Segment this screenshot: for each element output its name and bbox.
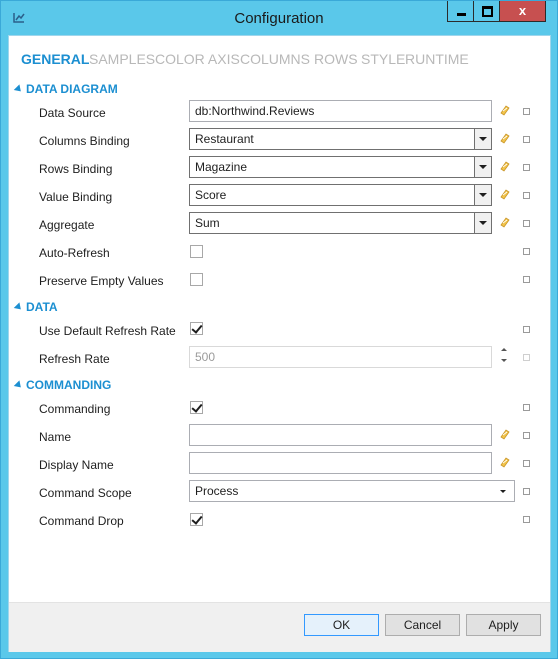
property-marker[interactable] bbox=[523, 164, 530, 171]
auto-refresh-label: Auto-Refresh bbox=[39, 246, 110, 260]
value-binding-value: Score bbox=[195, 188, 227, 202]
command-drop-label: Command Drop bbox=[39, 514, 124, 528]
binding-icon[interactable] bbox=[499, 132, 511, 144]
binding-icon[interactable] bbox=[499, 216, 511, 228]
use-default-refresh-rate-label: Use Default Refresh Rate bbox=[39, 324, 176, 338]
button-bar: OK Cancel Apply bbox=[9, 602, 550, 652]
property-marker[interactable] bbox=[523, 220, 530, 227]
data-source-input[interactable]: db:Northwind.Reviews bbox=[189, 100, 492, 122]
command-drop-checkbox[interactable] bbox=[190, 513, 203, 526]
rows-binding-value: Magazine bbox=[195, 160, 248, 174]
section-title: COMMANDING bbox=[26, 378, 112, 392]
collapse-arrow-icon bbox=[13, 84, 24, 95]
configuration-window: Configuration x GENERAL SAMPLES COLOR AX… bbox=[0, 0, 558, 659]
binding-icon[interactable] bbox=[499, 104, 511, 116]
rows-binding-select[interactable]: Magazine bbox=[189, 156, 492, 178]
section-title: DATA DIAGRAM bbox=[26, 82, 118, 96]
dialog-body: GENERAL SAMPLES COLOR AXIS COLUMNS ROWS … bbox=[8, 35, 551, 652]
use-default-refresh-rate-checkbox[interactable] bbox=[190, 322, 203, 335]
property-marker[interactable] bbox=[523, 248, 530, 255]
close-icon: x bbox=[518, 3, 527, 18]
binding-icon[interactable] bbox=[499, 428, 511, 440]
value-binding-label: Value Binding bbox=[39, 190, 113, 204]
binding-icon[interactable] bbox=[499, 160, 511, 172]
binding-icon[interactable] bbox=[499, 188, 511, 200]
aggregate-select[interactable]: Sum bbox=[189, 212, 492, 234]
display-name-input[interactable] bbox=[189, 452, 492, 474]
command-scope-select[interactable]: Process bbox=[189, 480, 515, 502]
rows-binding-label: Rows Binding bbox=[39, 162, 113, 176]
binding-icon[interactable] bbox=[499, 456, 511, 468]
property-marker[interactable] bbox=[523, 354, 530, 361]
property-marker[interactable] bbox=[523, 404, 530, 411]
commanding-label: Commanding bbox=[39, 402, 111, 416]
spin-down-icon[interactable] bbox=[501, 359, 507, 362]
title-bar[interactable]: Configuration x bbox=[1, 1, 557, 35]
preserve-empty-values-label: Preserve Empty Values bbox=[39, 274, 164, 288]
apply-button[interactable]: Apply bbox=[466, 614, 541, 636]
section-data[interactable]: DATA bbox=[13, 300, 58, 314]
columns-binding-value: Restaurant bbox=[195, 132, 254, 146]
auto-refresh-checkbox[interactable] bbox=[190, 245, 203, 258]
commanding-checkbox[interactable] bbox=[190, 401, 203, 414]
data-source-label: Data Source bbox=[39, 106, 106, 120]
tab-style[interactable]: STYLE bbox=[361, 51, 405, 67]
command-scope-value: Process bbox=[195, 484, 239, 498]
section-data-diagram[interactable]: DATA DIAGRAM bbox=[13, 82, 118, 96]
collapse-arrow-icon bbox=[13, 302, 24, 313]
cancel-button[interactable]: Cancel bbox=[385, 614, 460, 636]
collapse-arrow-icon bbox=[13, 380, 24, 391]
property-marker[interactable] bbox=[523, 460, 530, 467]
chevron-down-icon[interactable] bbox=[474, 185, 491, 205]
property-marker[interactable] bbox=[523, 326, 530, 333]
aggregate-label: Aggregate bbox=[39, 218, 95, 232]
property-marker[interactable] bbox=[523, 192, 530, 199]
property-marker[interactable] bbox=[523, 136, 530, 143]
ok-button[interactable]: OK bbox=[304, 614, 379, 636]
section-commanding[interactable]: COMMANDING bbox=[13, 378, 112, 392]
property-marker[interactable] bbox=[523, 432, 530, 439]
tab-general[interactable]: GENERAL bbox=[21, 51, 89, 67]
columns-binding-label: Columns Binding bbox=[39, 134, 130, 148]
refresh-rate-label: Refresh Rate bbox=[39, 352, 110, 366]
display-name-label: Display Name bbox=[39, 458, 114, 472]
section-title: DATA bbox=[26, 300, 58, 314]
property-marker[interactable] bbox=[523, 276, 530, 283]
value-binding-select[interactable]: Score bbox=[189, 184, 492, 206]
chevron-down-icon[interactable] bbox=[474, 213, 491, 233]
refresh-rate-spinner[interactable] bbox=[499, 346, 509, 366]
command-scope-label: Command Scope bbox=[39, 486, 132, 500]
tab-runtime[interactable]: RUNTIME bbox=[405, 51, 469, 67]
chevron-down-icon[interactable] bbox=[474, 157, 491, 177]
refresh-rate-input[interactable]: 500 bbox=[189, 346, 492, 368]
columns-binding-select[interactable]: Restaurant bbox=[189, 128, 492, 150]
close-button[interactable]: x bbox=[499, 1, 546, 22]
minimize-button[interactable] bbox=[447, 1, 474, 22]
chevron-down-icon[interactable] bbox=[474, 129, 491, 149]
property-marker[interactable] bbox=[523, 516, 530, 523]
tab-color-axis[interactable]: COLOR AXIS bbox=[155, 51, 240, 67]
aggregate-value: Sum bbox=[195, 216, 220, 230]
spin-up-icon[interactable] bbox=[501, 348, 507, 351]
property-marker[interactable] bbox=[523, 488, 530, 495]
name-label: Name bbox=[39, 430, 72, 444]
preserve-empty-values-checkbox[interactable] bbox=[190, 273, 203, 286]
tab-columns[interactable]: COLUMNS bbox=[240, 51, 310, 67]
property-marker[interactable] bbox=[523, 108, 530, 115]
maximize-button[interactable] bbox=[473, 1, 500, 22]
name-input[interactable] bbox=[189, 424, 492, 446]
tab-samples[interactable]: SAMPLES bbox=[89, 51, 155, 67]
tab-rows[interactable]: ROWS bbox=[314, 51, 358, 67]
